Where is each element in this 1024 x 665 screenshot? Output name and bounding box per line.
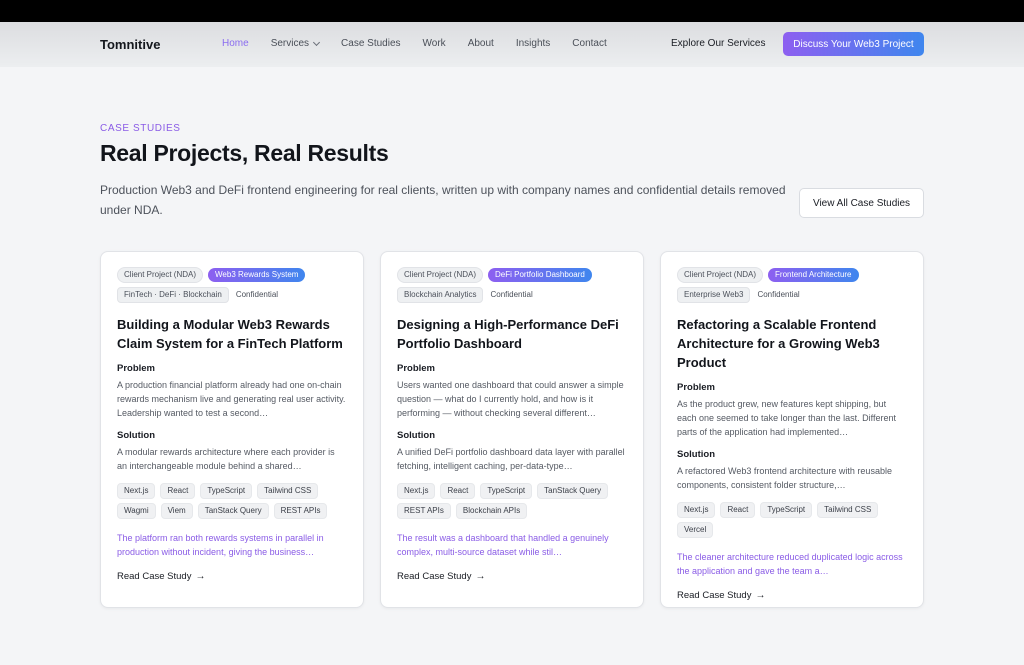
nav-link-services[interactable]: Services [271,38,321,49]
solution-text: A refactored Web3 frontend architecture … [677,466,892,490]
tech-chip: Next.js [677,502,716,518]
tech-chip: TypeScript [760,502,813,518]
card-tags: Client Project (NDA) DeFi Portfolio Dash… [397,267,627,303]
tech-chip: Next.js [117,483,156,499]
card-tags: Client Project (NDA) Frontend Architectu… [677,267,907,303]
nav-link-contact[interactable]: Contact [572,38,606,49]
category-tag: Frontend Architecture [768,268,859,282]
solution-text: A modular rewards architecture where eac… [117,447,335,471]
result-text: The platform ran both rewards systems in… [117,533,324,557]
card-title[interactable]: Refactoring a Scalable Frontend Architec… [677,315,907,372]
nav-link-home[interactable]: Home [222,38,249,49]
client-tag: Client Project (NDA) [397,267,484,283]
arrow-right-icon: → [195,571,206,582]
client-tag: Client Project (NDA) [117,267,204,283]
nav-link-about[interactable]: About [468,38,494,49]
arrow-right-icon: → [475,571,486,582]
tech-chip: Blockchain APIs [455,503,528,519]
nav-link-case-studies[interactable]: Case Studies [341,38,400,49]
problem-text: Users wanted one dashboard that could an… [397,380,624,418]
nav-link-work[interactable]: Work [423,38,446,49]
page-title: Real Projects, Real Results [100,140,389,166]
tech-chip: Tailwind CSS [257,483,319,499]
problem-label: Problem [397,363,436,374]
navbar: Tomnitive Home Services Case Studies Wor… [0,22,1024,67]
confidential-tag: Confidential [757,290,800,299]
industry-tag: Enterprise Web3 [677,287,751,303]
read-case-study-link[interactable]: Read Case Study → [677,590,907,601]
solution-label: Solution [397,430,435,441]
page-subtitle: Production Web3 and DeFi frontend engine… [100,183,786,217]
arrow-right-icon: → [755,590,766,601]
tech-chip: Wagmi [117,503,156,519]
read-case-study-link[interactable]: Read Case Study → [397,571,627,582]
industry-tag: FinTech · DeFi · Blockchain [117,287,229,303]
solution-text: A unified DeFi portfolio dashboard data … [397,447,625,471]
tech-chip: React [160,483,196,499]
solution-label: Solution [117,430,155,441]
card-title[interactable]: Designing a High-Performance DeFi Portfo… [397,315,627,353]
tech-chip: Tailwind CSS [817,502,879,518]
tech-stack: Next.js React TypeScript Tailwind CSS Wa… [117,483,347,519]
result-text: The result was a dashboard that handled … [397,533,609,557]
card-tags: Client Project (NDA) Web3 Rewards System… [117,267,347,303]
read-case-study-link[interactable]: Read Case Study → [117,571,347,582]
case-study-card[interactable]: Client Project (NDA) DeFi Portfolio Dash… [380,251,644,608]
chevron-down-icon [313,38,321,46]
tech-chip: TypeScript [480,483,533,499]
confidential-tag: Confidential [490,290,533,299]
view-all-case-studies-button[interactable]: View All Case Studies [799,188,924,218]
client-tag: Client Project (NDA) [677,267,764,283]
tech-chip: React [440,483,476,499]
problem-text: A production financial platform already … [117,380,346,418]
tech-chip: REST APIs [273,503,328,519]
logo[interactable]: Tomnitive [100,37,160,52]
tech-chip: Viem [160,503,193,519]
card-title[interactable]: Building a Modular Web3 Rewards Claim Sy… [117,315,347,353]
tech-chip: TypeScript [200,483,253,499]
confidential-tag: Confidential [235,290,279,299]
tech-stack: Next.js React TypeScript TanStack Query … [397,483,627,519]
problem-text: As the product grew, new features kept s… [677,399,896,437]
nav-links: Home Services Case Studies Work About In… [222,38,629,49]
tech-stack: Next.js React TypeScript Tailwind CSS Ve… [677,502,907,538]
tech-chip: REST APIs [397,503,451,519]
discuss-project-button[interactable]: Discuss Your Web3 Project [783,32,924,56]
category-tag: Web3 Rewards System [208,268,306,282]
problem-label: Problem [677,382,716,393]
explore-services-link[interactable]: Explore Our Services [671,38,765,49]
tech-chip: TanStack Query [197,503,269,519]
result-text: The cleaner architecture reduced duplica… [677,552,903,576]
tech-chip: React [720,502,756,518]
tech-chip: Next.js [397,483,436,499]
top-black-bar [0,0,1024,22]
category-tag: DeFi Portfolio Dashboard [488,268,592,282]
industry-tag: Blockchain Analytics [397,287,484,303]
section-eyebrow: CASE STUDIES [100,123,181,134]
tech-chip: TanStack Query [537,483,609,499]
tech-chip: Vercel [677,522,714,538]
case-study-card[interactable]: Client Project (NDA) Web3 Rewards System… [100,251,364,608]
case-study-card[interactable]: Client Project (NDA) Frontend Architectu… [660,251,924,608]
solution-label: Solution [677,449,715,460]
problem-label: Problem [117,363,156,374]
nav-link-insights[interactable]: Insights [516,38,550,49]
